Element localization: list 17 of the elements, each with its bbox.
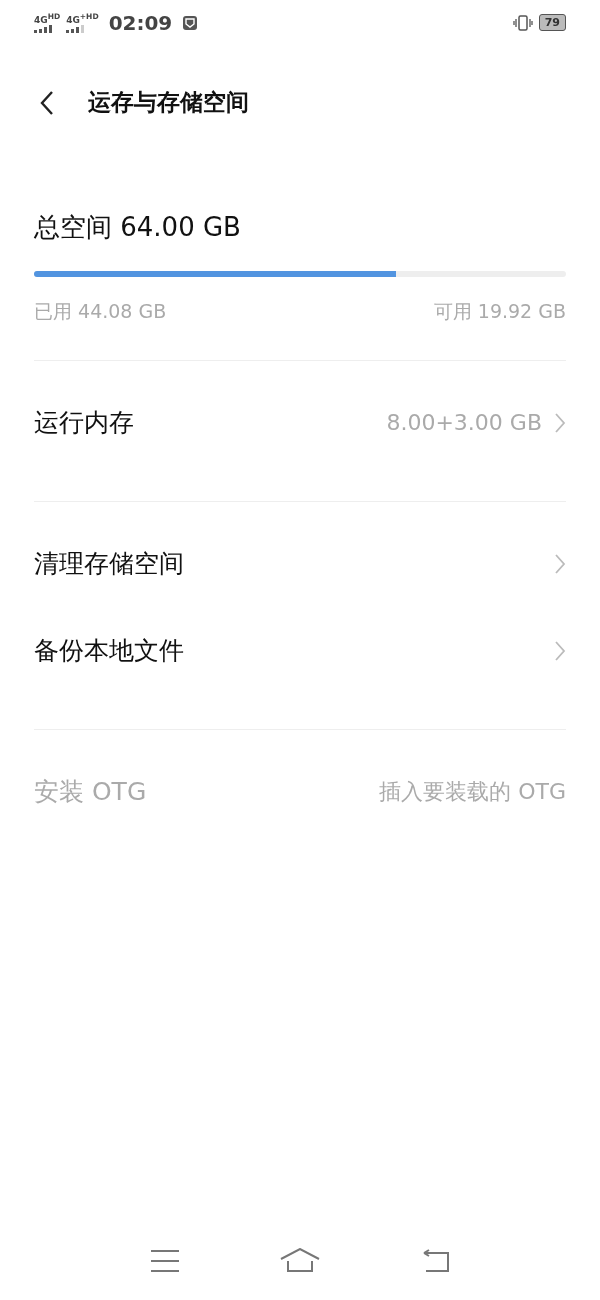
home-button[interactable] [280, 1248, 320, 1274]
settings-row[interactable]: 运行内存 8.00+3.00 GB [34, 379, 566, 466]
settings-row[interactable]: 备份本地文件 [34, 607, 566, 694]
settings-row[interactable]: 清理存储空间 [34, 520, 566, 607]
vibrate-icon [512, 14, 533, 31]
settings-row-text: 安装 OTG 插入要装载的 OTG [34, 776, 566, 808]
back-button[interactable] [40, 89, 54, 116]
menu-button[interactable] [150, 1249, 180, 1273]
battery-icon: 79 [538, 14, 566, 31]
total-storage: 总空间 64.00 GB [34, 211, 242, 244]
free-space: 可用 19.92 GB [433, 299, 566, 324]
notification-icon [182, 14, 199, 31]
page-title: 运存与存储空间 [88, 88, 249, 117]
used-space: 已用 44.08 GB [34, 299, 167, 324]
network-type: 4G$^{HD}$ [34, 12, 61, 25]
clock: 02:09 [108, 10, 173, 35]
network-type: 4G$^{+HD}$ [66, 12, 99, 25]
